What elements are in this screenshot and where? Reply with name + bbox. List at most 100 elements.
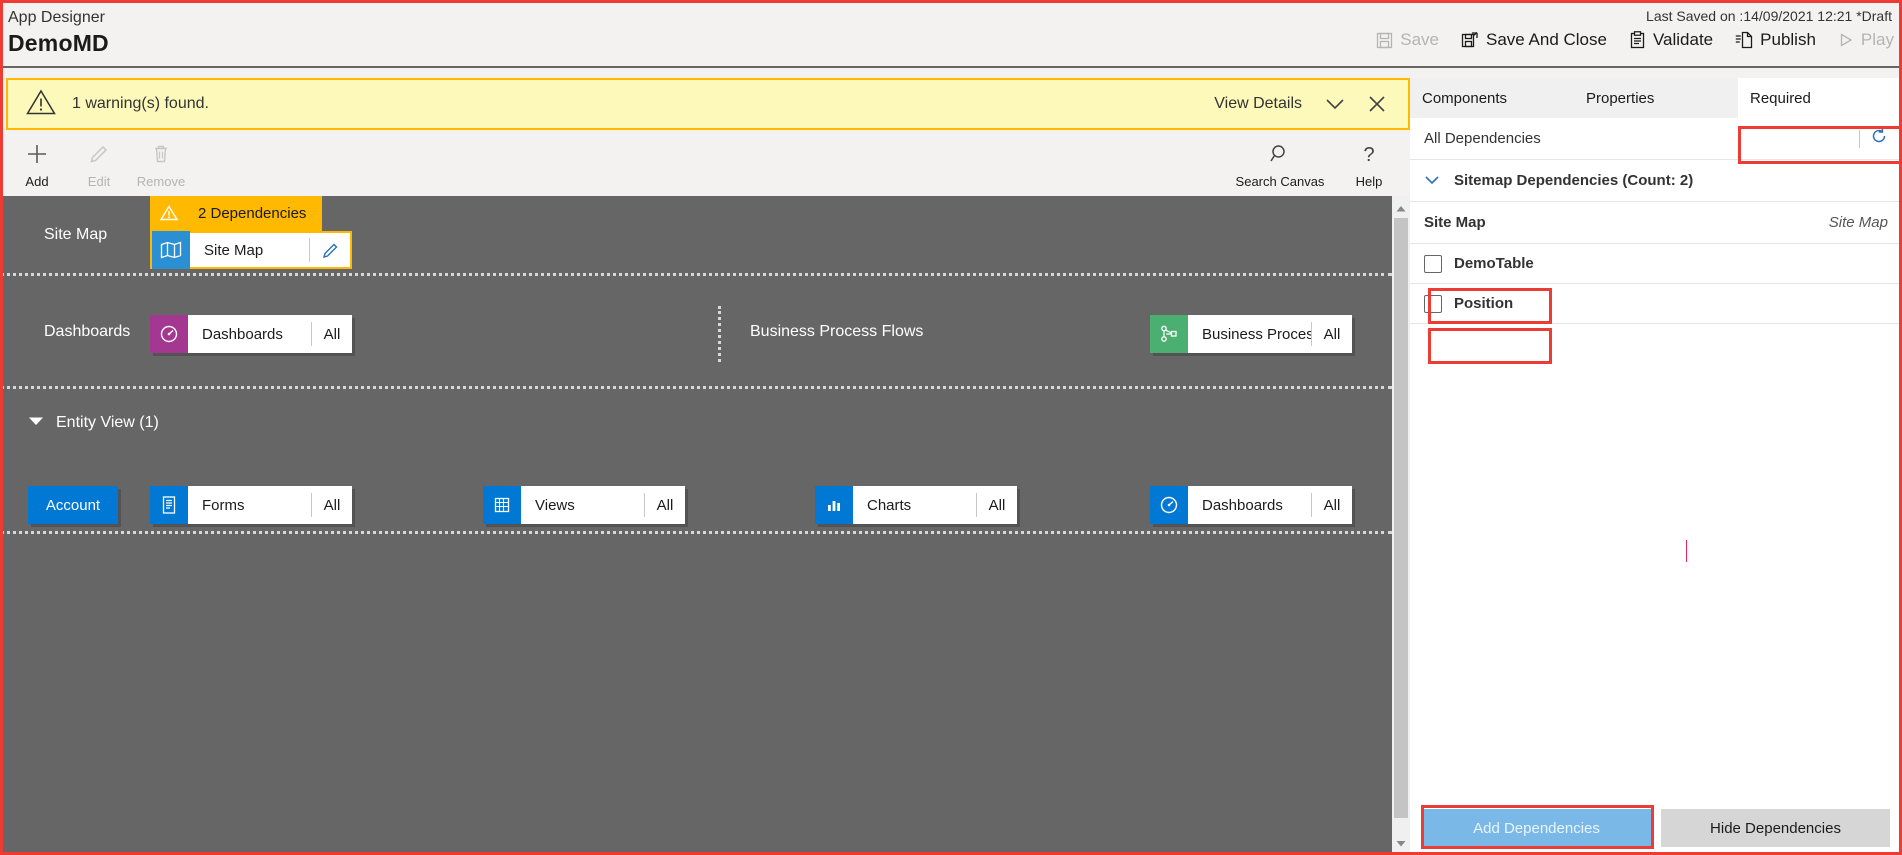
app-header: App Designer DemoMD Last Saved on :14/09…	[0, 0, 1902, 68]
plus-icon	[25, 142, 49, 171]
sitemap-row-label: Site Map	[44, 226, 108, 243]
entity-account-label: Account	[45, 496, 101, 514]
form-icon	[150, 486, 188, 524]
header-divider	[0, 66, 1902, 68]
dependency-checkbox-demotable[interactable]	[1424, 254, 1442, 273]
entity-views-tile[interactable]: Views All	[483, 486, 685, 524]
chevron-down-icon[interactable]	[1324, 97, 1346, 111]
entity-forms-name: Forms	[202, 496, 245, 514]
entity-account-button[interactable]: Account	[28, 486, 118, 524]
right-panel: Components Properties Required All Depen…	[1410, 78, 1902, 855]
scroll-up-icon[interactable]	[1392, 198, 1410, 218]
ribbon-left-group: Add Edit Remove	[6, 138, 192, 189]
sitemap-edit-icon[interactable]	[310, 241, 350, 260]
sitemap-tile[interactable]: Site Map	[150, 231, 352, 269]
pencil-icon	[87, 142, 111, 171]
publish-button[interactable]: Publish	[1735, 30, 1816, 50]
bpf-tile-count: All	[1323, 325, 1341, 343]
save-and-close-button[interactable]: Save And Close	[1461, 30, 1607, 50]
grid-icon	[483, 486, 521, 524]
close-icon[interactable]	[1368, 95, 1386, 113]
play-icon	[1838, 32, 1854, 48]
publish-label: Publish	[1760, 30, 1816, 49]
canvas-vertical-divider	[718, 306, 721, 362]
sitemap-dependency-banner[interactable]: 2 Dependencies	[150, 196, 323, 231]
sitemap-dependencies-group[interactable]: Sitemap Dependencies (Count: 2)	[1410, 160, 1902, 202]
scrollbar-thumb[interactable]	[1394, 218, 1408, 818]
text-cursor-mark	[1686, 540, 1687, 562]
dependency-row-demotable-label: DemoTable	[1454, 255, 1534, 272]
publish-icon	[1735, 31, 1753, 49]
svg-text:?: ?	[1363, 144, 1374, 166]
all-dependencies-actions	[1859, 127, 1888, 150]
dashboards-tile[interactable]: Dashboards All	[150, 315, 352, 353]
page-title: DemoMD	[8, 30, 109, 56]
play-label: Play	[1860, 30, 1894, 49]
gauge-icon	[150, 315, 188, 353]
warning-triangle-icon	[26, 89, 56, 120]
remove-button[interactable]: Remove	[130, 138, 192, 189]
tab-required-label: Required	[1750, 89, 1811, 107]
entity-forms-count: All	[323, 496, 341, 514]
caret-down-icon	[28, 414, 44, 432]
edit-button[interactable]: Edit	[68, 138, 130, 189]
warning-actions: View Details	[1214, 95, 1386, 113]
entity-dashboards-count: All	[1323, 496, 1341, 514]
save-button-label: Save	[1400, 30, 1439, 49]
dependency-checkbox-position[interactable]	[1424, 294, 1442, 313]
tab-properties[interactable]: Properties	[1574, 78, 1738, 118]
validate-icon	[1629, 31, 1646, 49]
app-designer-window: App Designer DemoMD Last Saved on :14/09…	[0, 0, 1902, 855]
save-and-close-icon	[1461, 31, 1479, 49]
add-dependencies-button[interactable]: Add Dependencies	[1422, 809, 1651, 847]
add-dependencies-label: Add Dependencies	[1473, 819, 1600, 837]
question-mark-icon: ?	[1357, 142, 1381, 171]
tab-required[interactable]: Required	[1738, 78, 1902, 118]
view-details-link[interactable]: View Details	[1214, 95, 1302, 113]
tab-properties-label: Properties	[1586, 89, 1655, 107]
canvas-scrollbar[interactable]	[1392, 196, 1410, 855]
dependency-list-header-type: Site Map	[1828, 214, 1888, 231]
entity-charts-tile[interactable]: Charts All	[815, 486, 1017, 524]
panel-footer: Add Dependencies Hide Dependencies	[1410, 801, 1902, 855]
search-canvas-label: Search Canvas	[1235, 174, 1325, 189]
hide-dependencies-button[interactable]: Hide Dependencies	[1661, 809, 1890, 847]
entity-view-section-header[interactable]: Entity View (1)	[28, 414, 159, 432]
panel-tab-strip: Components Properties Required	[1410, 78, 1902, 118]
business-process-flows-tile[interactable]: Business Proces... All	[1150, 315, 1352, 353]
gauge-icon	[1150, 486, 1188, 524]
map-icon	[152, 231, 190, 269]
dependency-row-position[interactable]: Position	[1410, 284, 1902, 324]
app-designer-label: App Designer	[8, 9, 105, 26]
warning-bar: 1 warning(s) found. View Details	[6, 78, 1410, 130]
dependency-list-header: Site Map Site Map	[1410, 202, 1902, 244]
add-button[interactable]: Add	[6, 138, 68, 189]
bpf-tile-name: Business Proces...	[1202, 325, 1311, 343]
dependency-row-demotable[interactable]: DemoTable	[1410, 244, 1902, 284]
save-button[interactable]: Save	[1376, 30, 1439, 50]
tab-components[interactable]: Components	[1410, 78, 1574, 118]
entity-dashboards-tile[interactable]: Dashboards All	[1150, 486, 1352, 524]
process-flow-icon	[1150, 315, 1188, 353]
play-button[interactable]: Play	[1838, 30, 1894, 50]
dashboards-tile-count: All	[323, 325, 341, 343]
canvas-ribbon: Add Edit Remove Search Canvas ? Help	[0, 132, 1410, 328]
help-button-label: Help	[1355, 174, 1383, 189]
search-canvas-button[interactable]: Search Canvas	[1232, 138, 1328, 189]
dashboards-tile-name: Dashboards	[202, 325, 283, 343]
save-and-close-label: Save And Close	[1486, 30, 1607, 49]
help-button[interactable]: ? Help	[1338, 138, 1400, 189]
validate-button[interactable]: Validate	[1629, 30, 1713, 50]
bar-chart-icon	[815, 486, 853, 524]
all-dependencies-header: All Dependencies	[1410, 118, 1902, 160]
entity-dashboards-name: Dashboards	[1202, 496, 1283, 514]
canvas-divider-2	[0, 386, 1392, 389]
entity-forms-tile[interactable]: Forms All	[150, 486, 352, 524]
tab-components-label: Components	[1422, 89, 1508, 107]
last-saved-status: Last Saved on :14/09/2021 12:21 *Draft	[1646, 8, 1892, 24]
sitemap-tile-name: Site Map	[204, 241, 264, 259]
refresh-icon[interactable]	[1870, 127, 1888, 150]
scroll-down-icon[interactable]	[1392, 833, 1410, 853]
chevron-down-icon	[1424, 172, 1440, 190]
entity-views-name: Views	[535, 496, 575, 514]
